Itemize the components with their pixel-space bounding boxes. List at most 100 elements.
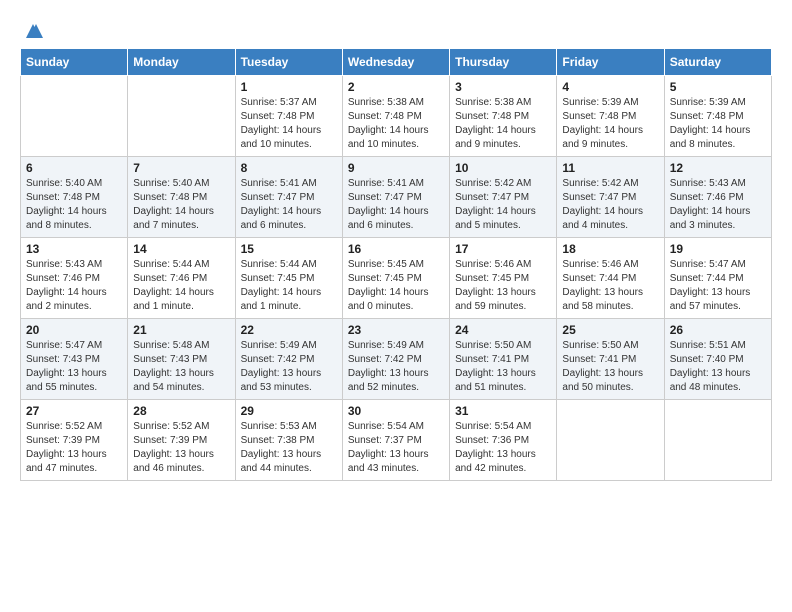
day-number: 19 [670, 242, 766, 256]
calendar-cell: 30 Sunrise: 5:54 AMSunset: 7:37 PMDayligh… [342, 400, 449, 481]
calendar-cell: 13Sunrise: 5:43 AMSunset: 7:46 PMDayligh… [21, 238, 128, 319]
day-info: Sunrise: 5:40 AMSunset: 7:48 PMDaylight:… [133, 177, 229, 233]
calendar-cell [557, 400, 664, 481]
calendar-cell: 18 Sunrise: 5:46 AMSunset: 7:44 PMDayligh… [557, 238, 664, 319]
calendar-cell: 17 Sunrise: 5:46 AMSunset: 7:45 PMDayligh… [450, 238, 557, 319]
page-header [20, 20, 772, 38]
day-number: 30 [348, 404, 444, 418]
day-number: 20 [26, 323, 122, 337]
day-info: Sunrise: 5:37 AMSunset: 7:48 PMDaylight:… [241, 96, 337, 152]
day-number: 4 [562, 80, 658, 94]
day-number: 12 [670, 161, 766, 175]
calendar-cell: 1 Sunrise: 5:37 AMSunset: 7:48 PMDaylight… [235, 76, 342, 157]
calendar-cell: 21 Sunrise: 5:48 AMSunset: 7:43 PMDayligh… [128, 319, 235, 400]
weekday-header: Wednesday [342, 49, 449, 76]
day-number: 23 [348, 323, 444, 337]
calendar-cell: 6 Sunrise: 5:40 AMSunset: 7:48 PMDaylight… [21, 157, 128, 238]
calendar-cell [664, 400, 771, 481]
day-number: 16 [348, 242, 444, 256]
calendar-cell [128, 76, 235, 157]
logo-icon [22, 20, 44, 42]
calendar-week-row: 13Sunrise: 5:43 AMSunset: 7:46 PMDayligh… [21, 238, 772, 319]
day-info: Sunrise: 5:45 AMSunset: 7:45 PMDaylight:… [348, 258, 444, 314]
logo [20, 20, 44, 38]
calendar-cell: 8 Sunrise: 5:41 AMSunset: 7:47 PMDaylight… [235, 157, 342, 238]
day-info: Sunrise: 5:49 AMSunset: 7:42 PMDaylight:… [348, 339, 444, 395]
weekday-header: Sunday [21, 49, 128, 76]
day-number: 6 [26, 161, 122, 175]
day-number: 7 [133, 161, 229, 175]
day-number: 21 [133, 323, 229, 337]
calendar-cell: 9Sunrise: 5:41 AMSunset: 7:47 PMDaylight… [342, 157, 449, 238]
day-number: 22 [241, 323, 337, 337]
day-info: Sunrise: 5:42 AMSunset: 7:47 PMDaylight:… [455, 177, 551, 233]
calendar-cell: 3 Sunrise: 5:38 AMSunset: 7:48 PMDaylight… [450, 76, 557, 157]
day-info: Sunrise: 5:54 AMSunset: 7:36 PMDaylight:… [455, 420, 551, 476]
day-info: Sunrise: 5:49 AMSunset: 7:42 PMDaylight:… [241, 339, 337, 395]
day-number: 31 [455, 404, 551, 418]
calendar-cell: 2Sunrise: 5:38 AMSunset: 7:48 PMDaylight… [342, 76, 449, 157]
day-number: 29 [241, 404, 337, 418]
day-number: 17 [455, 242, 551, 256]
calendar-week-row: 27Sunrise: 5:52 AMSunset: 7:39 PMDayligh… [21, 400, 772, 481]
day-info: Sunrise: 5:46 AMSunset: 7:44 PMDaylight:… [562, 258, 658, 314]
day-info: Sunrise: 5:47 AMSunset: 7:44 PMDaylight:… [670, 258, 766, 314]
calendar-week-row: 6 Sunrise: 5:40 AMSunset: 7:48 PMDaylight… [21, 157, 772, 238]
calendar-cell: 23 Sunrise: 5:49 AMSunset: 7:42 PMDayligh… [342, 319, 449, 400]
day-number: 5 [670, 80, 766, 94]
day-info: Sunrise: 5:42 AMSunset: 7:47 PMDaylight:… [562, 177, 658, 233]
day-number: 13 [26, 242, 122, 256]
day-number: 1 [241, 80, 337, 94]
calendar-cell: 15Sunrise: 5:44 AMSunset: 7:45 PMDayligh… [235, 238, 342, 319]
calendar-header-row: SundayMondayTuesdayWednesdayThursdayFrid… [21, 49, 772, 76]
day-number: 18 [562, 242, 658, 256]
calendar-week-row: 20 Sunrise: 5:47 AMSunset: 7:43 PMDayligh… [21, 319, 772, 400]
day-number: 10 [455, 161, 551, 175]
calendar-cell: 29Sunrise: 5:53 AMSunset: 7:38 PMDayligh… [235, 400, 342, 481]
calendar-cell: 19 Sunrise: 5:47 AMSunset: 7:44 PMDayligh… [664, 238, 771, 319]
day-info: Sunrise: 5:50 AMSunset: 7:41 PMDaylight:… [562, 339, 658, 395]
day-info: Sunrise: 5:40 AMSunset: 7:48 PMDaylight:… [26, 177, 122, 233]
day-info: Sunrise: 5:41 AMSunset: 7:47 PMDaylight:… [241, 177, 337, 233]
day-number: 11 [562, 161, 658, 175]
weekday-header: Friday [557, 49, 664, 76]
day-info: Sunrise: 5:51 AMSunset: 7:40 PMDaylight:… [670, 339, 766, 395]
day-number: 26 [670, 323, 766, 337]
day-number: 14 [133, 242, 229, 256]
day-info: Sunrise: 5:48 AMSunset: 7:43 PMDaylight:… [133, 339, 229, 395]
day-info: Sunrise: 5:41 AMSunset: 7:47 PMDaylight:… [348, 177, 444, 233]
day-number: 25 [562, 323, 658, 337]
calendar-cell: 5 Sunrise: 5:39 AMSunset: 7:48 PMDaylight… [664, 76, 771, 157]
calendar-week-row: 1 Sunrise: 5:37 AMSunset: 7:48 PMDaylight… [21, 76, 772, 157]
day-info: Sunrise: 5:39 AMSunset: 7:48 PMDaylight:… [562, 96, 658, 152]
day-number: 2 [348, 80, 444, 94]
calendar-cell: 22 Sunrise: 5:49 AMSunset: 7:42 PMDayligh… [235, 319, 342, 400]
calendar-table: SundayMondayTuesdayWednesdayThursdayFrid… [20, 48, 772, 481]
day-info: Sunrise: 5:54 AMSunset: 7:37 PMDaylight:… [348, 420, 444, 476]
calendar-cell: 31 Sunrise: 5:54 AMSunset: 7:36 PMDayligh… [450, 400, 557, 481]
calendar-cell: 27Sunrise: 5:52 AMSunset: 7:39 PMDayligh… [21, 400, 128, 481]
day-info: Sunrise: 5:50 AMSunset: 7:41 PMDaylight:… [455, 339, 551, 395]
day-number: 8 [241, 161, 337, 175]
calendar-cell: 7 Sunrise: 5:40 AMSunset: 7:48 PMDaylight… [128, 157, 235, 238]
calendar-cell: 14Sunrise: 5:44 AMSunset: 7:46 PMDayligh… [128, 238, 235, 319]
day-info: Sunrise: 5:46 AMSunset: 7:45 PMDaylight:… [455, 258, 551, 314]
calendar-cell: 26 Sunrise: 5:51 AMSunset: 7:40 PMDayligh… [664, 319, 771, 400]
day-number: 3 [455, 80, 551, 94]
day-info: Sunrise: 5:38 AMSunset: 7:48 PMDaylight:… [455, 96, 551, 152]
calendar-cell: 16 Sunrise: 5:45 AMSunset: 7:45 PMDayligh… [342, 238, 449, 319]
day-info: Sunrise: 5:52 AMSunset: 7:39 PMDaylight:… [133, 420, 229, 476]
day-number: 28 [133, 404, 229, 418]
calendar-cell: 20 Sunrise: 5:47 AMSunset: 7:43 PMDayligh… [21, 319, 128, 400]
calendar-cell: 10 Sunrise: 5:42 AMSunset: 7:47 PMDayligh… [450, 157, 557, 238]
weekday-header: Thursday [450, 49, 557, 76]
day-info: Sunrise: 5:39 AMSunset: 7:48 PMDaylight:… [670, 96, 766, 152]
weekday-header: Tuesday [235, 49, 342, 76]
day-info: Sunrise: 5:44 AMSunset: 7:45 PMDaylight:… [241, 258, 337, 314]
calendar-cell [21, 76, 128, 157]
day-info: Sunrise: 5:47 AMSunset: 7:43 PMDaylight:… [26, 339, 122, 395]
calendar-cell: 12 Sunrise: 5:43 AMSunset: 7:46 PMDayligh… [664, 157, 771, 238]
weekday-header: Monday [128, 49, 235, 76]
calendar-cell: 28 Sunrise: 5:52 AMSunset: 7:39 PMDayligh… [128, 400, 235, 481]
day-info: Sunrise: 5:43 AMSunset: 7:46 PMDaylight:… [670, 177, 766, 233]
